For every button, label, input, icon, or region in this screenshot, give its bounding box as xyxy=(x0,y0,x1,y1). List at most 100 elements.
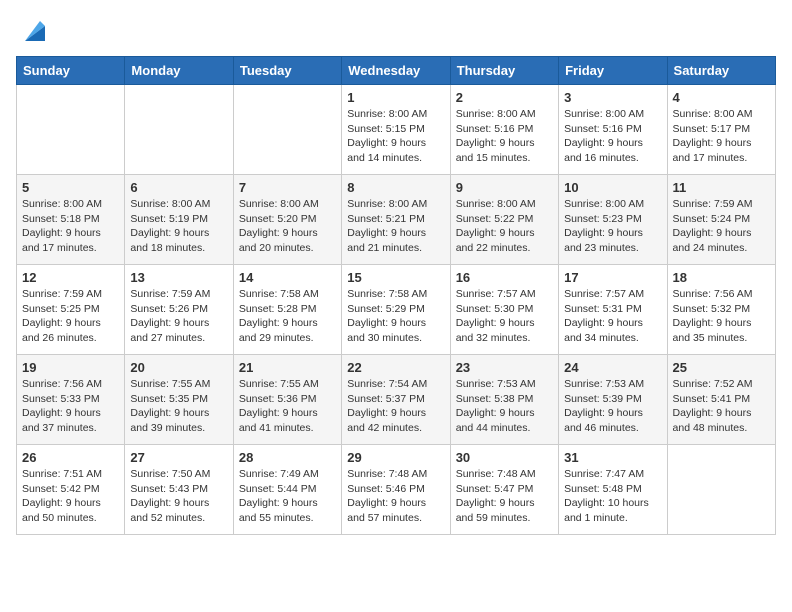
weekday-header-saturday: Saturday xyxy=(667,57,775,85)
day-number: 16 xyxy=(456,270,553,285)
calendar-cell: 8 Sunrise: 8:00 AMSunset: 5:21 PMDaylight… xyxy=(342,175,450,265)
calendar-cell: 9 Sunrise: 8:00 AMSunset: 5:22 PMDaylight… xyxy=(450,175,558,265)
cell-info: Sunrise: 7:47 AMSunset: 5:48 PMDaylight:… xyxy=(564,467,661,526)
cell-info: Sunrise: 8:00 AMSunset: 5:16 PMDaylight:… xyxy=(456,107,553,166)
cell-info: Sunrise: 7:58 AMSunset: 5:28 PMDaylight:… xyxy=(239,287,336,346)
calendar-cell: 13 Sunrise: 7:59 AMSunset: 5:26 PMDayligh… xyxy=(125,265,233,355)
calendar-cell: 4Sunrise: 8:00 AMSunset: 5:17 PMDaylight… xyxy=(667,85,775,175)
day-number: 28 xyxy=(239,450,336,465)
cell-info: Sunrise: 7:57 AMSunset: 5:31 PMDaylight:… xyxy=(564,287,661,346)
day-number: 12 xyxy=(22,270,119,285)
day-number: 19 xyxy=(22,360,119,375)
day-number: 29 xyxy=(347,450,444,465)
cell-info: Sunrise: 8:00 AMSunset: 5:18 PMDaylight:… xyxy=(22,197,119,256)
calendar-week-3: 12 Sunrise: 7:59 AMSunset: 5:25 PMDayligh… xyxy=(17,265,776,355)
calendar-cell xyxy=(125,85,233,175)
weekday-header-row: SundayMondayTuesdayWednesdayThursdayFrid… xyxy=(17,57,776,85)
cell-info: Sunrise: 7:59 AMSunset: 5:25 PMDaylight:… xyxy=(22,287,119,346)
day-number: 18 xyxy=(673,270,770,285)
weekday-header-wednesday: Wednesday xyxy=(342,57,450,85)
calendar-week-5: 26Sunrise: 7:51 AMSunset: 5:42 PMDayligh… xyxy=(17,445,776,535)
cell-info: Sunrise: 8:00 AMSunset: 5:19 PMDaylight:… xyxy=(130,197,227,256)
calendar-cell: 31 Sunrise: 7:47 AMSunset: 5:48 PMDayligh… xyxy=(559,445,667,535)
day-number: 6 xyxy=(130,180,227,195)
day-number: 22 xyxy=(347,360,444,375)
calendar-week-2: 5 Sunrise: 8:00 AMSunset: 5:18 PMDaylight… xyxy=(17,175,776,265)
cell-info: Sunrise: 7:55 AMSunset: 5:36 PMDaylight:… xyxy=(239,377,336,436)
calendar-cell: 19 Sunrise: 7:56 AMSunset: 5:33 PMDayligh… xyxy=(17,355,125,445)
day-number: 8 xyxy=(347,180,444,195)
day-number: 23 xyxy=(456,360,553,375)
cell-info: Sunrise: 7:49 AMSunset: 5:44 PMDaylight:… xyxy=(239,467,336,526)
header xyxy=(16,16,776,46)
calendar-cell: 24 Sunrise: 7:53 AMSunset: 5:39 PMDayligh… xyxy=(559,355,667,445)
calendar-cell: 30 Sunrise: 7:48 AMSunset: 5:47 PMDayligh… xyxy=(450,445,558,535)
page: SundayMondayTuesdayWednesdayThursdayFrid… xyxy=(0,0,792,551)
calendar-cell: 22 Sunrise: 7:54 AMSunset: 5:37 PMDayligh… xyxy=(342,355,450,445)
calendar-cell: 28 Sunrise: 7:49 AMSunset: 5:44 PMDayligh… xyxy=(233,445,341,535)
calendar-cell: 10Sunrise: 8:00 AMSunset: 5:23 PMDayligh… xyxy=(559,175,667,265)
calendar-cell xyxy=(17,85,125,175)
cell-info: Sunrise: 8:00 AMSunset: 5:15 PMDaylight:… xyxy=(347,107,444,166)
day-number: 1 xyxy=(347,90,444,105)
calendar-cell: 5 Sunrise: 8:00 AMSunset: 5:18 PMDaylight… xyxy=(17,175,125,265)
cell-info: Sunrise: 7:53 AMSunset: 5:38 PMDaylight:… xyxy=(456,377,553,436)
calendar-cell: 21 Sunrise: 7:55 AMSunset: 5:36 PMDayligh… xyxy=(233,355,341,445)
calendar-cell: 20Sunrise: 7:55 AMSunset: 5:35 PMDayligh… xyxy=(125,355,233,445)
day-number: 21 xyxy=(239,360,336,375)
day-number: 9 xyxy=(456,180,553,195)
cell-info: Sunrise: 7:56 AMSunset: 5:33 PMDaylight:… xyxy=(22,377,119,436)
day-number: 14 xyxy=(239,270,336,285)
calendar-table: SundayMondayTuesdayWednesdayThursdayFrid… xyxy=(16,56,776,535)
calendar-week-1: 1 Sunrise: 8:00 AMSunset: 5:15 PMDaylight… xyxy=(17,85,776,175)
day-number: 31 xyxy=(564,450,661,465)
calendar-cell: 17 Sunrise: 7:57 AMSunset: 5:31 PMDayligh… xyxy=(559,265,667,355)
calendar-cell: 6 Sunrise: 8:00 AMSunset: 5:19 PMDaylight… xyxy=(125,175,233,265)
day-number: 2 xyxy=(456,90,553,105)
day-number: 11 xyxy=(673,180,770,195)
calendar-cell: 23 Sunrise: 7:53 AMSunset: 5:38 PMDayligh… xyxy=(450,355,558,445)
cell-info: Sunrise: 7:48 AMSunset: 5:47 PMDaylight:… xyxy=(456,467,553,526)
day-number: 3 xyxy=(564,90,661,105)
day-number: 4 xyxy=(673,90,770,105)
cell-info: Sunrise: 8:00 AMSunset: 5:22 PMDaylight:… xyxy=(456,197,553,256)
weekday-header-friday: Friday xyxy=(559,57,667,85)
calendar-cell: 26Sunrise: 7:51 AMSunset: 5:42 PMDayligh… xyxy=(17,445,125,535)
day-number: 30 xyxy=(456,450,553,465)
cell-info: Sunrise: 8:00 AMSunset: 5:16 PMDaylight:… xyxy=(564,107,661,166)
calendar-cell xyxy=(233,85,341,175)
calendar-cell: 18Sunrise: 7:56 AMSunset: 5:32 PMDayligh… xyxy=(667,265,775,355)
calendar-cell: 11 Sunrise: 7:59 AMSunset: 5:24 PMDayligh… xyxy=(667,175,775,265)
day-number: 15 xyxy=(347,270,444,285)
logo-icon xyxy=(20,16,50,46)
cell-info: Sunrise: 8:00 AMSunset: 5:20 PMDaylight:… xyxy=(239,197,336,256)
calendar-cell: 29 Sunrise: 7:48 AMSunset: 5:46 PMDayligh… xyxy=(342,445,450,535)
weekday-header-monday: Monday xyxy=(125,57,233,85)
cell-info: Sunrise: 7:59 AMSunset: 5:24 PMDaylight:… xyxy=(673,197,770,256)
calendar-cell: 15 Sunrise: 7:58 AMSunset: 5:29 PMDayligh… xyxy=(342,265,450,355)
cell-info: Sunrise: 7:55 AMSunset: 5:35 PMDaylight:… xyxy=(130,377,227,436)
calendar-cell: 2 Sunrise: 8:00 AMSunset: 5:16 PMDaylight… xyxy=(450,85,558,175)
calendar-cell: 25 Sunrise: 7:52 AMSunset: 5:41 PMDayligh… xyxy=(667,355,775,445)
day-number: 5 xyxy=(22,180,119,195)
logo xyxy=(16,16,50,46)
day-number: 13 xyxy=(130,270,227,285)
calendar-cell: 1 Sunrise: 8:00 AMSunset: 5:15 PMDaylight… xyxy=(342,85,450,175)
cell-info: Sunrise: 7:50 AMSunset: 5:43 PMDaylight:… xyxy=(130,467,227,526)
cell-info: Sunrise: 7:58 AMSunset: 5:29 PMDaylight:… xyxy=(347,287,444,346)
calendar-cell: 7 Sunrise: 8:00 AMSunset: 5:20 PMDaylight… xyxy=(233,175,341,265)
calendar-cell: 14 Sunrise: 7:58 AMSunset: 5:28 PMDayligh… xyxy=(233,265,341,355)
calendar-cell: 27 Sunrise: 7:50 AMSunset: 5:43 PMDayligh… xyxy=(125,445,233,535)
cell-info: Sunrise: 7:54 AMSunset: 5:37 PMDaylight:… xyxy=(347,377,444,436)
day-number: 17 xyxy=(564,270,661,285)
cell-info: Sunrise: 7:48 AMSunset: 5:46 PMDaylight:… xyxy=(347,467,444,526)
day-number: 25 xyxy=(673,360,770,375)
cell-info: Sunrise: 7:53 AMSunset: 5:39 PMDaylight:… xyxy=(564,377,661,436)
day-number: 7 xyxy=(239,180,336,195)
day-number: 27 xyxy=(130,450,227,465)
cell-info: Sunrise: 8:00 AMSunset: 5:21 PMDaylight:… xyxy=(347,197,444,256)
day-number: 24 xyxy=(564,360,661,375)
cell-info: Sunrise: 7:51 AMSunset: 5:42 PMDaylight:… xyxy=(22,467,119,526)
cell-info: Sunrise: 7:59 AMSunset: 5:26 PMDaylight:… xyxy=(130,287,227,346)
cell-info: Sunrise: 7:52 AMSunset: 5:41 PMDaylight:… xyxy=(673,377,770,436)
